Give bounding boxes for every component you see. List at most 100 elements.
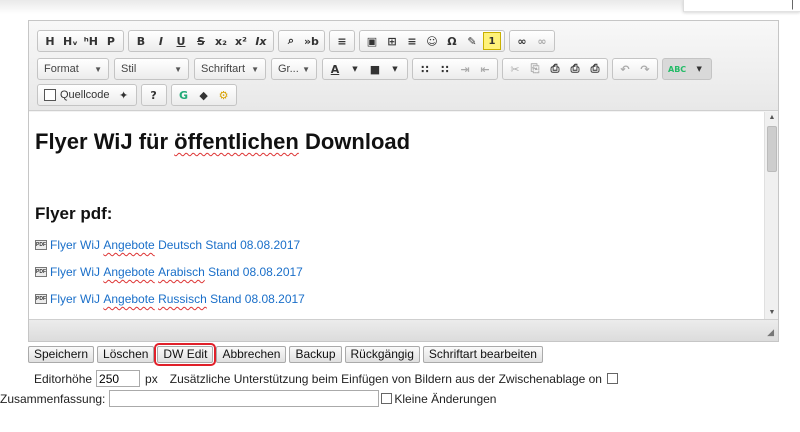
paste-word-icon[interactable]: ⎙ — [586, 60, 604, 78]
scroll-thumb[interactable] — [767, 126, 777, 172]
paste-icon[interactable]: ⎙ — [546, 60, 564, 78]
heading-h-button[interactable]: H — [41, 32, 59, 50]
chevron-down-icon: ▼ — [302, 64, 310, 74]
numbered-list-icon[interactable]: ∷ — [416, 60, 434, 78]
editor-height-row: Editorhöhe px Zusätzliche Unterstützung … — [34, 370, 618, 387]
toolbar-row-2: Format ▼ Stil ▼ Schriftart ▼ Gr... ▼ A ▼ ■ ▼… — [37, 58, 716, 80]
links-group: ∞ ∞ — [508, 30, 555, 52]
redo-icon[interactable]: ↷ — [636, 60, 654, 78]
content-scrollbar[interactable]: ▲ ▼ — [764, 112, 778, 319]
pdf-link-russian[interactable]: PDF Flyer WiJ Angebote Russisch Stand 08… — [35, 292, 305, 306]
pdf-icon: PDF — [35, 240, 47, 250]
remove-format-button[interactable]: Ix — [252, 32, 270, 50]
copy-icon[interactable]: ⎘ — [526, 60, 544, 78]
superscript-button[interactable]: x² — [232, 32, 250, 50]
font-combo[interactable]: Schriftart ▼ — [194, 58, 266, 80]
summary-input[interactable] — [109, 390, 380, 407]
document-subheading: Flyer pdf: — [35, 204, 113, 223]
italic-button[interactable]: I — [152, 32, 170, 50]
help-button[interactable]: ? — [145, 86, 163, 104]
link-post-2: Stand 08.08.2017 — [206, 292, 305, 306]
paragraph-button[interactable]: P — [102, 32, 120, 50]
scroll-down-icon[interactable]: ▼ — [765, 307, 779, 319]
dw-edit-button[interactable]: DW Edit — [154, 343, 217, 366]
scroll-up-icon[interactable]: ▲ — [765, 112, 779, 124]
title-suffix: Download — [298, 129, 411, 154]
minor-changes-label: Kleine Änderungen — [394, 391, 497, 406]
special-char-icon[interactable]: Ω — [443, 32, 461, 50]
size-combo[interactable]: Gr... ▼ — [271, 58, 317, 80]
pdf-icon: PDF — [35, 294, 47, 304]
edit-font-button[interactable]: Schriftart bearbeiten — [422, 346, 543, 363]
replace-icon[interactable]: »b — [302, 32, 321, 50]
source-group: Quellcode ✦ — [37, 84, 137, 106]
text-color-icon[interactable]: A — [326, 60, 344, 78]
subscript-button[interactable]: x₂ — [212, 32, 230, 50]
bulleted-list-icon[interactable]: ∷ — [436, 60, 454, 78]
heading-small-button[interactable]: ʰH — [82, 32, 100, 50]
paste-text-icon[interactable]: ⎙ — [566, 60, 584, 78]
toolbar-row-3: Quellcode ✦ ? G ◆ ⚙ — [37, 84, 241, 106]
editor-height-label: Editorhöhe — [34, 371, 93, 386]
link-icon[interactable]: ∞ — [513, 32, 531, 50]
colors-group: A ▼ ■ ▼ — [322, 58, 408, 80]
clipboard-group: ✂ ⎘ ⎙ ⎙ ⎙ — [502, 58, 608, 80]
paste-support-checkbox[interactable] — [606, 373, 618, 384]
size-combo-label: Gr... — [278, 63, 299, 75]
page-top-shadow — [0, 0, 800, 14]
title-spell-word: öffentlichen — [174, 129, 299, 154]
save-button[interactable]: Speichern — [28, 346, 95, 363]
pdf-link-arabic[interactable]: PDF Flyer WiJ Angebote Arabisch Stand 08… — [35, 265, 303, 279]
document-icon — [44, 89, 56, 101]
horizontal-line-icon[interactable]: ≡ — [403, 32, 421, 50]
backup-button[interactable]: Backup — [289, 346, 342, 363]
spellcheck-icon[interactable]: ABC — [666, 60, 688, 78]
summary-row: Zusammenfassung: Kleine Änderungen — [0, 390, 496, 407]
delete-button[interactable]: Löschen — [97, 346, 155, 363]
page-break-icon[interactable]: ✎ — [463, 32, 481, 50]
undo-button[interactable]: Rückgängig — [344, 346, 420, 363]
link-pre: Flyer WiJ — [50, 265, 100, 279]
lists-group: ∷ ∷ ⇥ ⇤ — [412, 58, 498, 80]
cut-icon[interactable]: ✂ — [506, 60, 524, 78]
help-group: ? — [140, 84, 167, 106]
bold-button[interactable]: B — [132, 32, 150, 50]
package-icon[interactable]: ⚙ — [215, 86, 233, 104]
page-corner: | — [683, 0, 800, 12]
indent-icon[interactable]: ⇥ — [456, 60, 474, 78]
select-all-icon[interactable]: ≡ — [333, 32, 351, 50]
minor-changes-checkbox[interactable] — [381, 393, 393, 404]
format-combo[interactable]: Format ▼ — [37, 58, 109, 80]
link-spell: Angebote — [103, 292, 155, 306]
unlink-icon[interactable]: ∞ — [533, 32, 551, 50]
outdent-icon[interactable]: ⇤ — [476, 60, 494, 78]
source-button[interactable]: Quellcode — [40, 89, 114, 101]
pdf-link-german[interactable]: PDF Flyer WiJ Angebote Deutsch Stand 08.… — [35, 238, 300, 252]
image-icon[interactable]: ▣ — [363, 32, 381, 50]
find-icon[interactable]: ⌕ — [282, 32, 300, 50]
link-spell-2: Arabisch — [158, 265, 205, 279]
headings-group: H Hᵥ ʰH P — [37, 30, 124, 52]
underline-button[interactable]: U — [172, 32, 190, 50]
title-prefix: Flyer WiJ für — [35, 129, 175, 154]
cancel-button[interactable]: Abbrechen — [216, 346, 287, 363]
undo-icon[interactable]: ↶ — [616, 60, 634, 78]
diamond-icon[interactable]: ◆ — [195, 86, 213, 104]
background-color-icon[interactable]: ■ — [366, 60, 384, 78]
placeholder-icon[interactable]: 1 — [482, 32, 501, 50]
editor-height-input[interactable] — [96, 370, 141, 387]
gradient-g-icon[interactable]: G — [175, 86, 193, 104]
font-combo-label: Schriftart — [201, 63, 246, 75]
strikethrough-button[interactable]: S — [192, 32, 210, 50]
chevron-down-icon: ▼ — [696, 65, 702, 73]
heading-h-variant-button[interactable]: Hᵥ — [61, 32, 80, 50]
maximize-icon[interactable]: ✦ — [115, 86, 133, 104]
table-icon[interactable]: ⊞ — [383, 32, 401, 50]
corner-glyph: | — [791, 0, 794, 10]
style-combo[interactable]: Stil ▼ — [114, 58, 189, 80]
chevron-down-icon: ▼ — [392, 65, 398, 73]
smiley-icon[interactable]: ☺ — [423, 32, 441, 50]
chevron-down-icon: ▼ — [352, 65, 358, 73]
resize-handle-icon[interactable]: ◢ — [767, 327, 774, 338]
editor-content[interactable]: Flyer WiJ für öffentlichen Download Flye… — [29, 112, 764, 319]
